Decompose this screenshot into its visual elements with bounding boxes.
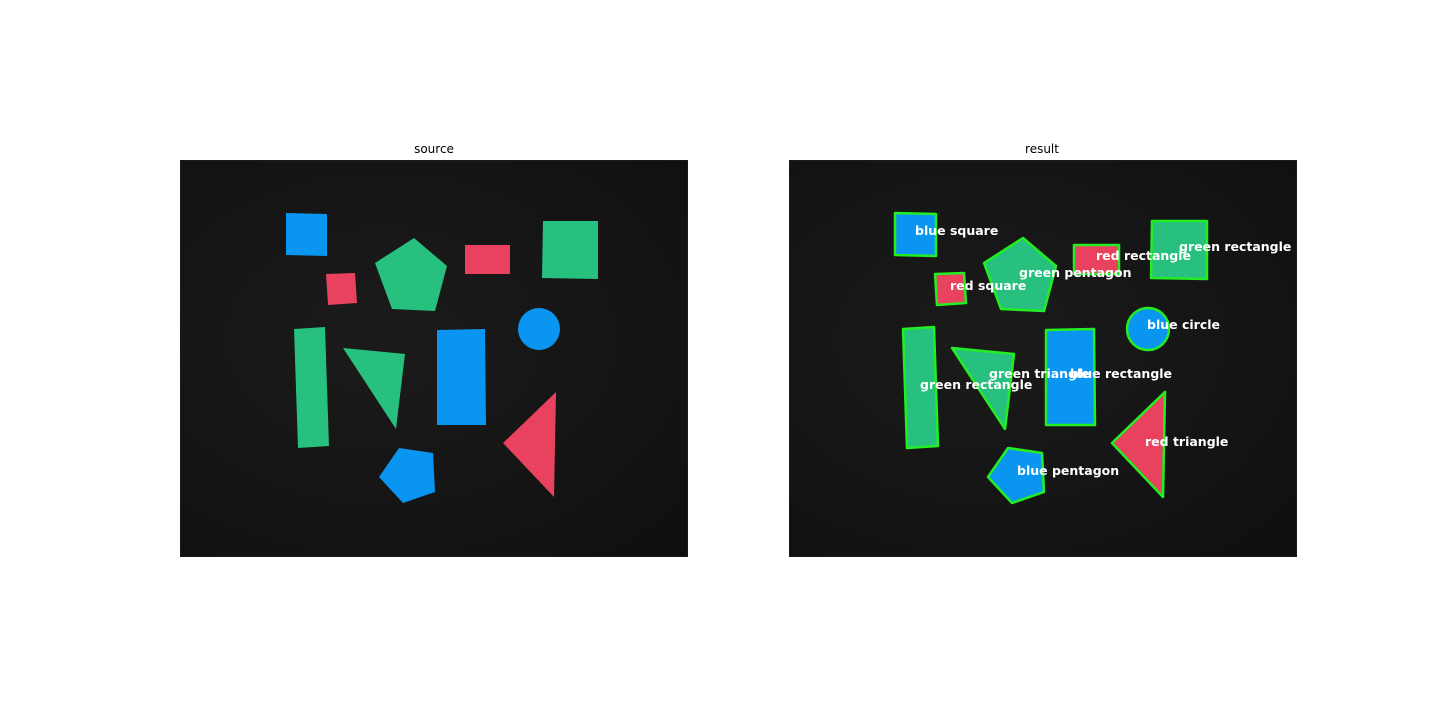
label-green-pentagon: green pentagon <box>1019 265 1132 280</box>
label-red-rectangle: red rectangle <box>1096 248 1191 263</box>
label-blue-rectangle: blue rectangle <box>1070 366 1172 381</box>
red-triangle-shape <box>503 392 556 497</box>
green-rectangle-top-shape <box>542 221 598 279</box>
result-shapes: blue square red square green pentagon re… <box>893 211 1291 505</box>
label-red-square: red square <box>950 278 1026 293</box>
blue-square-shape <box>286 213 327 256</box>
result-title: result <box>1025 142 1059 156</box>
green-pentagon-shape <box>375 238 447 311</box>
result-image: blue square red square green pentagon re… <box>789 160 1297 557</box>
green-triangle-shape <box>343 348 405 429</box>
source-shapes <box>286 213 598 503</box>
green-rectangle-left-shape <box>294 327 329 448</box>
blue-circle-shape <box>518 308 560 350</box>
blue-pentagon-shape <box>379 448 435 503</box>
red-rectangle-shape <box>465 245 510 274</box>
label-blue-pentagon: blue pentagon <box>1017 463 1119 478</box>
source-title: source <box>414 142 454 156</box>
label-green-rectangle-top: green rectangle <box>1179 239 1291 254</box>
label-blue-square: blue square <box>915 223 998 238</box>
red-square-shape <box>326 273 357 305</box>
source-image <box>180 160 688 557</box>
blue-rectangle-shape <box>437 329 486 425</box>
label-blue-circle: blue circle <box>1147 317 1220 332</box>
label-red-triangle: red triangle <box>1145 434 1228 449</box>
